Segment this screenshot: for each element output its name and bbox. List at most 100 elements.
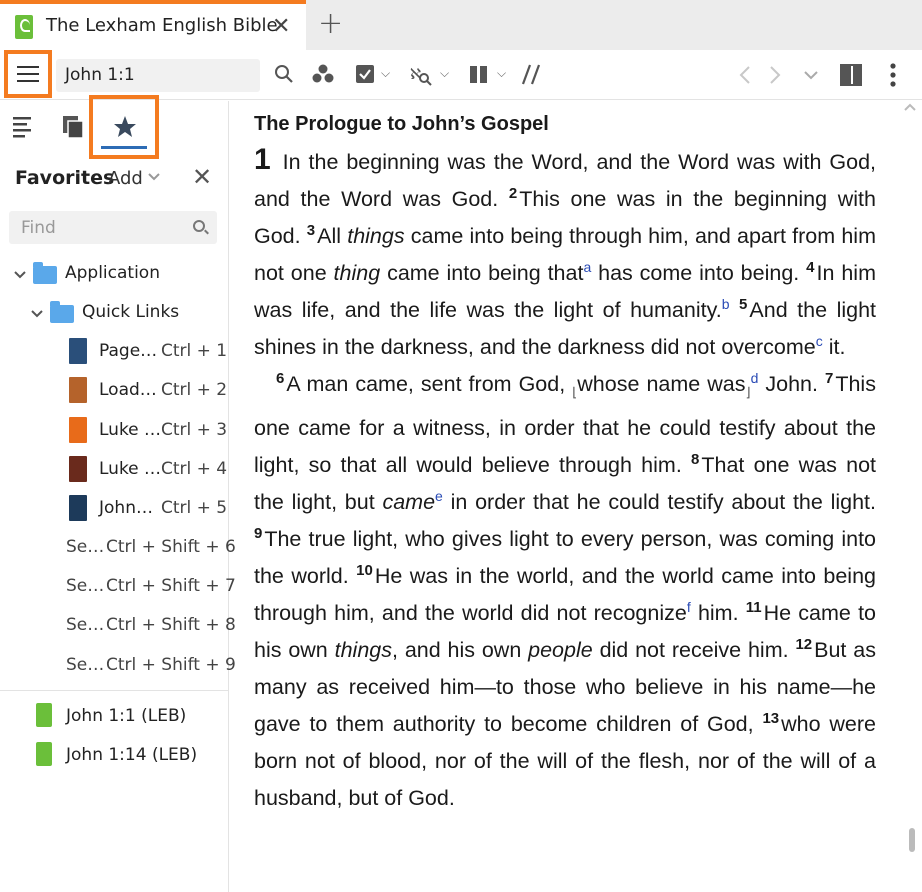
verse-text: has come into being. (598, 261, 800, 285)
book-cover-icon (69, 456, 87, 482)
list-item[interactable]: Se… Ctrl + Shift + 9 (0, 654, 236, 684)
reading-pane[interactable]: The Prologue to John’s Gospel 1 In the b… (230, 101, 922, 892)
search-icon (193, 220, 205, 232)
favorites-header: Favorites Add ✕ (0, 159, 229, 199)
chevron-down-icon[interactable]: ⌵ (381, 66, 390, 81)
item-label: Luke … (99, 459, 162, 479)
footnote-marker[interactable]: d (751, 370, 759, 386)
leb-book-icon (15, 15, 33, 39)
verse-number[interactable]: 12 (795, 636, 812, 653)
active-tab-indicator (101, 146, 147, 149)
tab-lexham-english-bible[interactable]: The Lexham English Bible ✕ (0, 0, 306, 50)
verse-number[interactable]: 6 (276, 370, 284, 387)
verse-number[interactable]: 13 (762, 710, 779, 727)
parallel-scroll-icon[interactable] (520, 64, 542, 86)
bible-text[interactable]: The Prologue to John’s Gospel 1 In the b… (254, 109, 876, 817)
italic-text: came (382, 490, 436, 515)
close-panel-icon[interactable]: ✕ (192, 163, 212, 191)
verse-text: did not receive him. (599, 638, 789, 663)
add-favorite-button[interactable]: Add (108, 168, 143, 189)
toolbar: John 1:1 ⌵ ℵ ⌵ ⌵ (0, 50, 922, 100)
forward-icon[interactable] (767, 65, 783, 85)
chapter-number[interactable]: 1 (254, 143, 271, 176)
item-label: Load… (99, 380, 157, 400)
verse-number[interactable]: 10 (356, 562, 373, 579)
chevron-down-icon[interactable] (14, 271, 26, 279)
footnote-marker[interactable]: f (687, 599, 691, 615)
favorites-title: Favorites (15, 167, 115, 189)
folder-quick-links[interactable]: Quick Links (0, 301, 229, 331)
table-of-contents-icon[interactable] (13, 116, 33, 138)
verse-number[interactable]: 5 (739, 296, 747, 313)
footnote-marker[interactable]: b (722, 296, 730, 312)
find-input[interactable]: Find (9, 211, 217, 244)
verse-number[interactable]: 2 (509, 185, 517, 202)
book-cover-icon (69, 417, 87, 443)
item-shortcut: Ctrl + 2 (161, 380, 228, 400)
list-item[interactable]: Page… Ctrl + 1 (0, 338, 229, 370)
chevron-down-icon[interactable]: ⌵ (497, 66, 506, 81)
folder-application[interactable]: Application (0, 262, 229, 292)
folder-icon (33, 262, 57, 284)
more-options-icon[interactable] (888, 62, 898, 88)
verse-text: came into being that (387, 261, 584, 285)
split-view-icon[interactable] (840, 64, 862, 86)
italic-text: thing (333, 261, 381, 285)
favorite-item[interactable]: John 1:14 (LEB) (0, 742, 229, 774)
reference-input[interactable]: John 1:1 (65, 65, 135, 85)
close-tab-icon[interactable]: ✕ (272, 14, 290, 39)
verse-number[interactable]: 4 (806, 259, 814, 276)
reference-box[interactable]: John 1:1 (56, 59, 260, 92)
italic-text: people (528, 638, 593, 663)
parallel-resources-icon[interactable] (312, 63, 334, 85)
list-item[interactable]: Load… Ctrl + 2 (0, 377, 229, 409)
footnote-marker[interactable]: e (435, 488, 443, 504)
favorite-item[interactable]: John 1:1 (LEB) (0, 703, 229, 735)
copy-pages-icon[interactable] (62, 115, 86, 139)
list-item[interactable]: Se… Ctrl + Shift + 8 (0, 614, 236, 644)
sidebar-tabs (0, 95, 229, 159)
sidebar: Favorites Add ✕ Find Application Quick L… (0, 95, 236, 892)
item-shortcut: Ctrl + 5 (161, 498, 228, 518)
verse-text: A man came, sent from God, (286, 372, 566, 396)
list-item[interactable]: Se… Ctrl + Shift + 6 (0, 536, 236, 566)
list-item[interactable]: Se… Ctrl + Shift + 7 (0, 575, 236, 605)
item-label: Page… (99, 341, 158, 361)
search-icon[interactable] (274, 64, 294, 84)
verse-number[interactable]: 11 (746, 599, 762, 616)
verse-text: , and his own (392, 638, 522, 663)
svg-text:ℵ: ℵ (410, 65, 421, 83)
visual-filters-icon[interactable] (355, 64, 375, 84)
verse-text: John. (765, 372, 818, 396)
leb-book-icon (36, 703, 52, 727)
chevron-down-icon[interactable] (31, 310, 43, 318)
list-item[interactable]: Luke … Ctrl + 4 (0, 456, 229, 488)
verse-text: it. (828, 335, 846, 359)
verse-number[interactable]: 9 (254, 525, 262, 542)
verse-text: him. (697, 601, 739, 626)
back-icon[interactable] (737, 65, 753, 85)
footnote-marker[interactable]: a (583, 259, 591, 275)
item-shortcut: Ctrl + 4 (161, 459, 228, 479)
verse-number[interactable]: 3 (307, 222, 315, 239)
paragraph: 6A man came, sent from God, ⌊whose name … (254, 366, 876, 817)
section-heading: The Prologue to John’s Gospel (254, 113, 549, 135)
verse-number[interactable]: 8 (691, 451, 699, 468)
scroll-up-icon[interactable] (904, 103, 916, 111)
history-chevron-down-icon[interactable] (804, 70, 818, 80)
tab-favorites[interactable] (89, 95, 159, 159)
chevron-down-icon[interactable]: ⌵ (440, 66, 449, 81)
item-label: Se… (66, 615, 105, 635)
list-item[interactable]: John… Ctrl + 5 (0, 495, 229, 527)
verse-text: whose name was (577, 372, 746, 396)
list-item[interactable]: Luke … Ctrl + 3 (0, 417, 229, 449)
panel-menu-button[interactable] (4, 50, 52, 98)
inline-search-icon[interactable]: ℵ (409, 63, 433, 87)
chevron-down-icon[interactable] (148, 173, 160, 181)
columns-icon[interactable] (469, 65, 489, 85)
item-shortcut: Ctrl + Shift + 9 (106, 655, 236, 675)
verse-number[interactable]: 7 (825, 370, 833, 387)
scrollbar-thumb[interactable] (909, 828, 915, 852)
footnote-marker[interactable]: c (816, 333, 823, 349)
new-tab-button[interactable]: + (318, 6, 343, 41)
